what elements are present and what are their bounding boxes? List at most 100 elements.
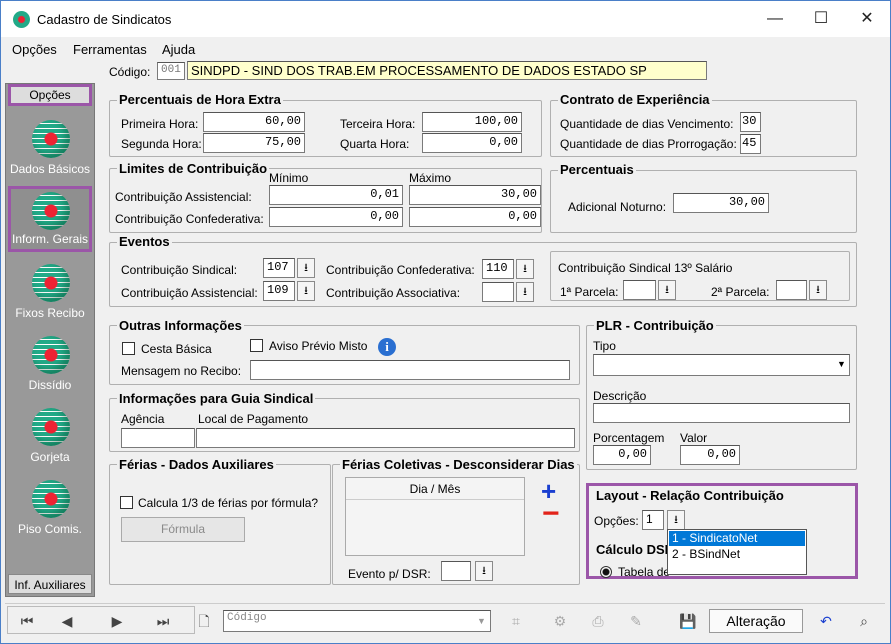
tabela-radio[interactable] [600, 566, 612, 578]
sidebar-item-dissidio[interactable]: Dissídio [8, 330, 92, 398]
layout-title: Layout - Relação Contribuição [594, 488, 786, 503]
new-document-icon[interactable]: 🗋 [189, 607, 219, 635]
sidebar-item-inform-gerais[interactable]: Inform. Gerais [8, 186, 92, 252]
layout-opcoes-field[interactable]: 1 [642, 510, 664, 530]
plr-tipo-label: Tipo [593, 339, 616, 353]
menu-opcoes[interactable]: Opções [12, 42, 57, 57]
evento-dsr-label: Evento p/ DSR: [348, 567, 431, 581]
primeira-hora-field[interactable]: 60,00 [203, 112, 305, 132]
codigo-field[interactable]: 001 [157, 62, 185, 80]
dias-grid-header: Dia / Mês [346, 478, 524, 500]
evento-dsr-lookup-icon[interactable]: ⭳ [475, 561, 493, 581]
contrib-confederativa-event-label: Contribuição Confederativa: [326, 263, 475, 277]
sidebar-item-label: Piso Comis. [17, 522, 82, 536]
bottom-toolbar: ⏮ ◀ ▶ ⏭ 🗋 Código ▼ ⌗ ⚙ ⎙ ✎ 💾 Alteração ↶… [5, 603, 885, 637]
parcela2-label: 2ª Parcela: [711, 285, 770, 299]
confederativa-min-field[interactable]: 0,00 [269, 207, 403, 227]
plr-valor-field[interactable]: 0,00 [680, 445, 740, 465]
layout-option-2[interactable]: 2 - BSindNet [669, 547, 805, 562]
maximize-button[interactable]: ☐ [798, 1, 844, 37]
dias-prorrogacao-field[interactable]: 45 [740, 134, 761, 154]
remove-icon[interactable]: − [542, 499, 560, 529]
plr-porcentagem-field[interactable]: 0,00 [593, 445, 651, 465]
calculator-icon[interactable]: ⌗ [501, 607, 531, 635]
parcela2-lookup-icon[interactable]: ⭳ [809, 280, 827, 300]
dias-vencimento-label: Quantidade de dias Vencimento: [560, 117, 734, 131]
segunda-hora-field[interactable]: 75,00 [203, 133, 305, 153]
sidebar-item-label: Inform. Gerais [11, 232, 89, 246]
mensagem-recibo-field[interactable] [250, 360, 570, 380]
globe-icon [32, 336, 70, 374]
codigo-label: Código: [109, 65, 151, 79]
contrib-associativa-lookup-icon[interactable]: ⭳ [516, 282, 534, 302]
first-record-icon[interactable]: ⏮ [12, 607, 42, 635]
confederativa-max-field[interactable]: 0,00 [409, 207, 541, 227]
agencia-field[interactable] [121, 428, 195, 448]
dias-vencimento-field[interactable]: 30 [740, 112, 761, 132]
local-pagamento-field[interactable] [196, 428, 575, 448]
quarta-hora-field[interactable]: 0,00 [422, 133, 522, 153]
primeira-hora-label: Primeira Hora: [121, 117, 199, 131]
minimo-label: Mínimo [269, 171, 309, 185]
binoculars-icon[interactable]: ⌕ [849, 607, 879, 635]
parcela1-field[interactable] [623, 280, 656, 300]
layout-option-1[interactable]: 1 - SindicatoNet [669, 531, 805, 546]
contrib-assistencial-event-field[interactable]: 109 [263, 281, 295, 301]
calcula-terco-checkbox[interactable] [120, 496, 133, 509]
adicional-noturno-field[interactable]: 30,00 [673, 193, 769, 213]
evento-dsr-field[interactable] [441, 561, 471, 581]
sidebar-item-gorjeta[interactable]: Gorjeta [8, 402, 92, 470]
plr-descricao-field[interactable] [593, 403, 850, 423]
plr-valor-label: Valor [680, 431, 708, 445]
limites-title: Limites de Contribuição [117, 161, 270, 176]
undo-icon[interactable]: ↶ [811, 607, 841, 635]
plr-tipo-select[interactable] [593, 354, 850, 376]
globe-icon [32, 480, 70, 518]
minimize-button[interactable]: — [752, 1, 798, 37]
last-record-icon[interactable]: ⏭ [148, 607, 178, 635]
adicional-noturno-label: Adicional Noturno: [568, 200, 667, 214]
contrib-sindical-lookup-icon[interactable]: ⭳ [297, 258, 315, 278]
contrib-associativa-field[interactable] [482, 282, 514, 302]
contrib-sindical-field[interactable]: 107 [263, 258, 295, 278]
parcela2-field[interactable] [776, 280, 807, 300]
sidebar-item-fixos-recibo[interactable]: Fixos Recibo [8, 258, 92, 326]
close-button[interactable]: ✕ [844, 1, 890, 37]
contrib-confederativa-lookup-icon[interactable]: ⭳ [516, 259, 534, 279]
info-icon[interactable]: i [378, 338, 396, 356]
settings-icon[interactable]: ⚙ [545, 607, 575, 635]
search-code-input[interactable]: Código [223, 610, 491, 632]
main-window: Cadastro de Sindicatos — ☐ ✕ Opções Ferr… [0, 0, 891, 644]
sidebar-item-label: Dados Básicos [9, 162, 91, 176]
prev-record-icon[interactable]: ◀ [52, 607, 82, 635]
menu-ajuda[interactable]: Ajuda [162, 42, 195, 57]
quarta-hora-label: Quarta Hora: [340, 137, 410, 151]
next-record-icon[interactable]: ▶ [102, 607, 132, 635]
cesta-basica-checkbox[interactable] [122, 342, 135, 355]
edit-icon[interactable]: ✎ [621, 607, 651, 635]
sidebar-footer-inf-auxiliares[interactable]: Inf. Auxiliares [8, 574, 92, 594]
layout-opcoes-lookup-icon[interactable]: ⭳ [667, 510, 685, 530]
terceira-hora-field[interactable]: 100,00 [422, 112, 522, 132]
parcela1-label: 1ª Parcela: [560, 285, 619, 299]
assistencial-max-field[interactable]: 30,00 [409, 185, 541, 205]
tabela-label: Tabela de [618, 565, 671, 579]
sidebar-header[interactable]: Opções [8, 84, 92, 106]
plr-title: PLR - Contribuição [594, 318, 716, 333]
parcela1-lookup-icon[interactable]: ⭳ [658, 280, 676, 300]
formula-button[interactable]: Fórmula [121, 517, 245, 542]
assistencial-min-field[interactable]: 0,01 [269, 185, 403, 205]
contrib-confederativa-event-field[interactable]: 110 [482, 259, 514, 279]
aviso-previo-checkbox[interactable] [250, 339, 263, 352]
sidebar-item-piso-comis[interactable]: Piso Comis. [8, 474, 92, 542]
globe-icon [32, 264, 70, 302]
menu-ferramentas[interactable]: Ferramentas [73, 42, 147, 57]
print-icon[interactable]: ⎙ [583, 607, 613, 635]
eventos-title: Eventos [117, 234, 172, 249]
globe-icon [32, 192, 70, 230]
save-icon[interactable]: 💾 [673, 607, 703, 635]
contrib-assistencial-lookup-icon[interactable]: ⭳ [297, 281, 315, 301]
ferias-title: Férias - Dados Auxiliares [117, 457, 276, 472]
sidebar-item-dados-basicos[interactable]: Dados Básicos [8, 114, 92, 182]
sindicato-name-field[interactable]: SINDPD - SIND DOS TRAB.EM PROCESSAMENTO … [187, 61, 707, 80]
